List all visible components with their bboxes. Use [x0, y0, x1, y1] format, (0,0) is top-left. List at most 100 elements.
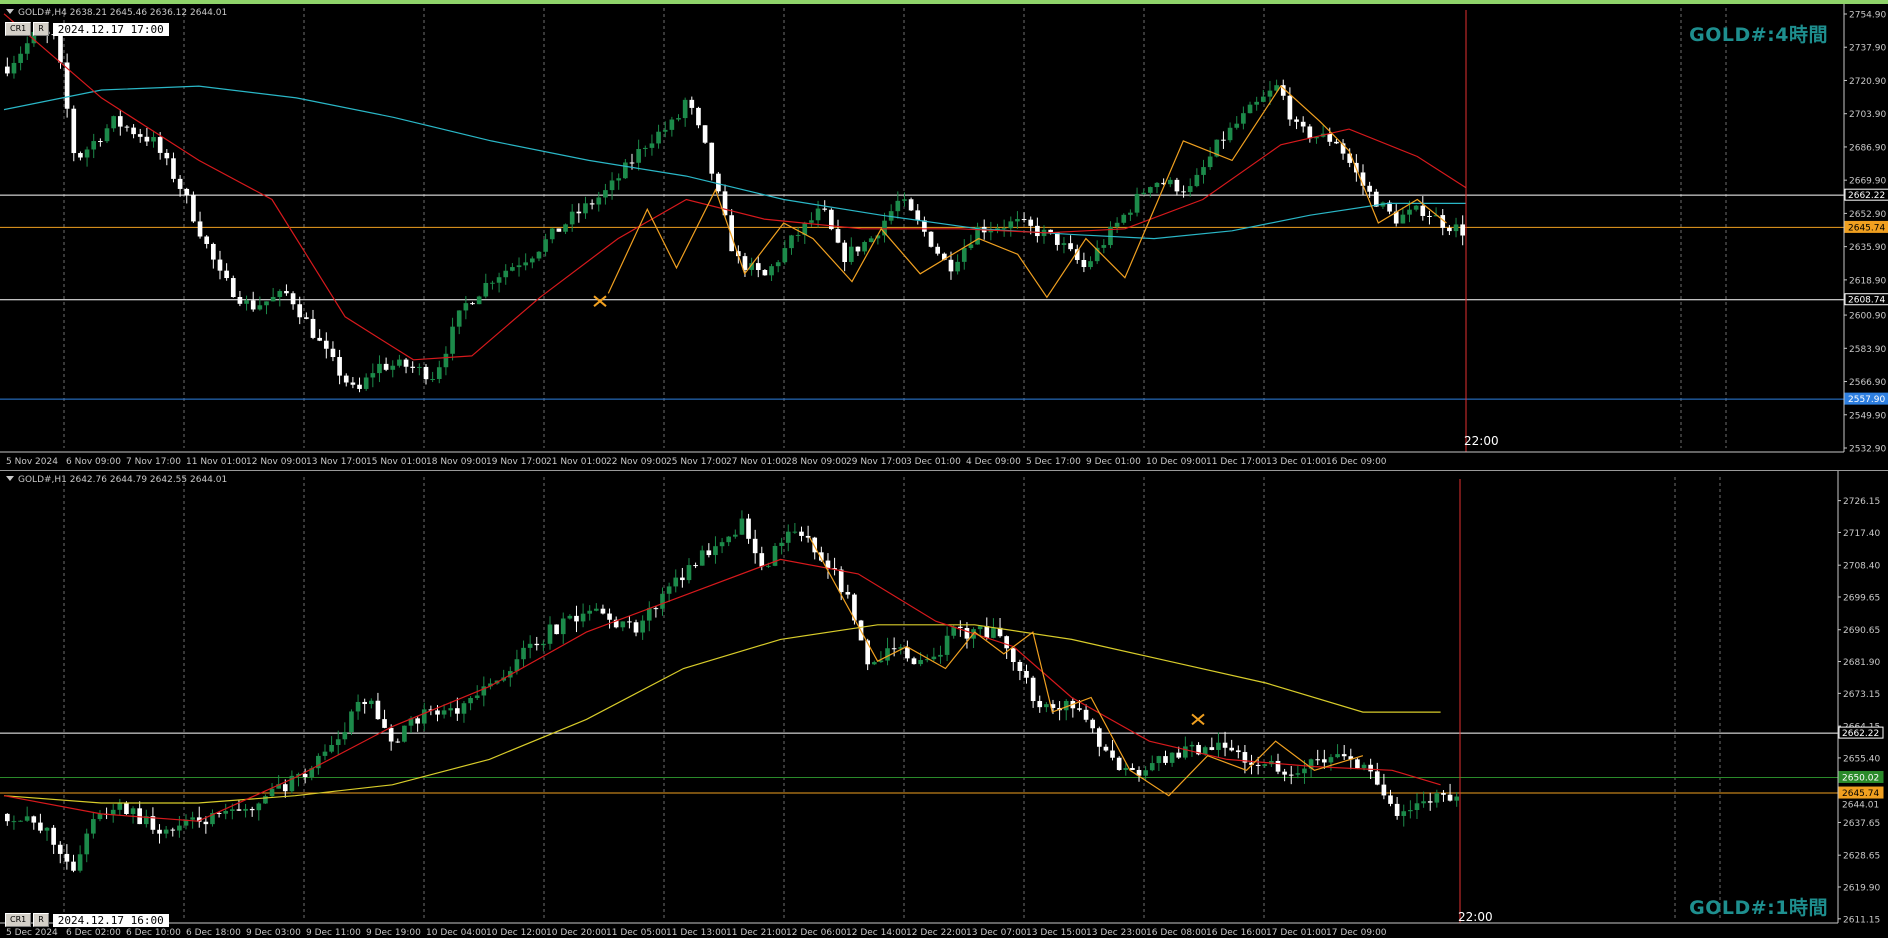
time-axis-label: 13 Nov 17:00: [306, 457, 367, 467]
h4-datetime-box[interactable]: 2024.12.17 17:00: [52, 22, 169, 36]
candle-body: [463, 303, 469, 311]
candle-body: [124, 802, 129, 815]
candle-body: [699, 550, 705, 566]
candle-body: [177, 178, 183, 189]
candle-body: [732, 534, 738, 537]
candle-body: [862, 242, 867, 252]
candle-body: [563, 224, 568, 232]
candle-body: [1004, 636, 1009, 649]
h1-cr1-button[interactable]: CR1: [5, 913, 32, 927]
candle-body: [1441, 793, 1446, 795]
candle-body: [1167, 179, 1173, 185]
collapse-triangle-icon[interactable]: [6, 476, 14, 481]
candle-body: [799, 531, 804, 536]
time-axis-label: 17 Dec 01:00: [1266, 928, 1327, 938]
candle-body: [1037, 701, 1043, 708]
candle-body: [84, 149, 90, 158]
h4-chart-header: GOLD#,H4 2638.21 2645.46 2636.12 2644.01: [6, 8, 227, 18]
time-axis-label: 16 Dec 08:00: [1146, 928, 1207, 938]
h4-cr1-button[interactable]: CR1: [5, 22, 32, 36]
time-axis-label: 9 Dec 11:00: [306, 928, 361, 938]
candle-body: [257, 305, 263, 310]
candle-body: [822, 208, 828, 210]
candle-body: [600, 608, 606, 614]
candle-body: [236, 809, 242, 811]
chart-pane-h4[interactable]: 2754.90 2737.90 2720.90 2703.90 2686.90 2669.…: [0, 0, 1888, 468]
candle-body: [931, 656, 937, 660]
time-axis-label: 25 Nov 17:00: [666, 457, 727, 467]
candle-body: [1315, 759, 1321, 761]
candle-body: [623, 162, 628, 179]
candle-body: [1260, 96, 1266, 102]
candle-body: [1110, 750, 1115, 758]
candle-body: [984, 626, 990, 638]
time-axis-label: 7 Nov 17:00: [126, 457, 181, 467]
candle-body: [1421, 801, 1426, 804]
candle-body: [91, 141, 97, 150]
candle-body: [1189, 744, 1195, 747]
price-tick-label: 2652.90: [1849, 210, 1886, 220]
candle-body: [905, 647, 910, 659]
candle-body: [1030, 677, 1036, 702]
candle-body: [57, 844, 63, 854]
candle-body: [547, 624, 553, 644]
candle-body: [1121, 214, 1127, 223]
candle-body: [1267, 90, 1273, 97]
price-tick-label: 2726.15: [1843, 497, 1880, 507]
candle-body: [782, 248, 788, 263]
candle-body: [355, 701, 361, 712]
h1-r-button[interactable]: R: [33, 913, 49, 927]
candle-body: [157, 137, 163, 153]
h1-plot-area[interactable]: 2726.15 2717.40 2708.40 2699.65 2690.65 2681.…: [0, 471, 1888, 938]
time-axis-label: 12 Dec 14:00: [846, 928, 907, 938]
collapse-triangle-icon[interactable]: [6, 9, 14, 14]
candle-body: [1241, 113, 1246, 124]
candle-body: [673, 577, 679, 587]
time-axis-label: 13 Dec 01:00: [1266, 457, 1327, 467]
candle-body: [908, 199, 914, 211]
candle-body: [938, 654, 943, 657]
candle-body: [1460, 224, 1466, 236]
candle-body: [131, 127, 136, 135]
candle-body: [415, 718, 420, 724]
h1-datetime-box[interactable]: 2024.12.17 16:00: [52, 913, 169, 927]
candle-body: [84, 833, 90, 855]
candle-body: [739, 518, 745, 535]
candle-body: [1176, 752, 1182, 758]
time-axis-label: 10 Dec 09:00: [1146, 457, 1207, 467]
candle-body: [171, 158, 176, 179]
candle-body: [549, 228, 555, 240]
candle-body: [357, 384, 362, 389]
candle-body: [390, 365, 396, 370]
chart-pane-h1[interactable]: 2726.15 2717.40 2708.40 2699.65 2690.65 2681.…: [0, 470, 1888, 938]
candle-body: [977, 626, 983, 630]
candle-body: [403, 359, 409, 367]
time-axis-label: 6 Dec 02:00: [66, 928, 121, 938]
h4-plot-area[interactable]: 2754.90 2737.90 2720.90 2703.90 2686.90 2669.…: [0, 4, 1888, 468]
candle-body: [885, 648, 890, 661]
candle-body: [310, 318, 316, 338]
time-axis-label: 12 Dec 06:00: [786, 928, 847, 938]
candle-body: [151, 137, 156, 142]
candle-body: [838, 569, 844, 593]
candle-body: [78, 153, 83, 158]
ma-fast-line: [3, 13, 1467, 361]
price-tick-label: 2720.90: [1849, 77, 1886, 87]
candle-body: [1447, 227, 1452, 232]
candle-body: [534, 643, 540, 646]
candle-body: [1181, 191, 1186, 193]
candle-body: [911, 658, 917, 665]
h4-r-button[interactable]: R: [33, 22, 49, 36]
h4-symbol-label: GOLD#:4時間: [1689, 24, 1828, 46]
candle-body: [772, 545, 778, 566]
candle-body: [144, 136, 150, 142]
candle-body: [1302, 768, 1307, 774]
level-price-label: 2557.90: [1848, 395, 1885, 405]
candle-body: [77, 854, 83, 871]
candle-body: [709, 142, 715, 174]
candle-body: [835, 229, 841, 243]
candle-body: [543, 239, 548, 252]
candle-body: [1216, 742, 1221, 750]
candle-body: [752, 538, 758, 554]
candle-body: [164, 152, 170, 159]
